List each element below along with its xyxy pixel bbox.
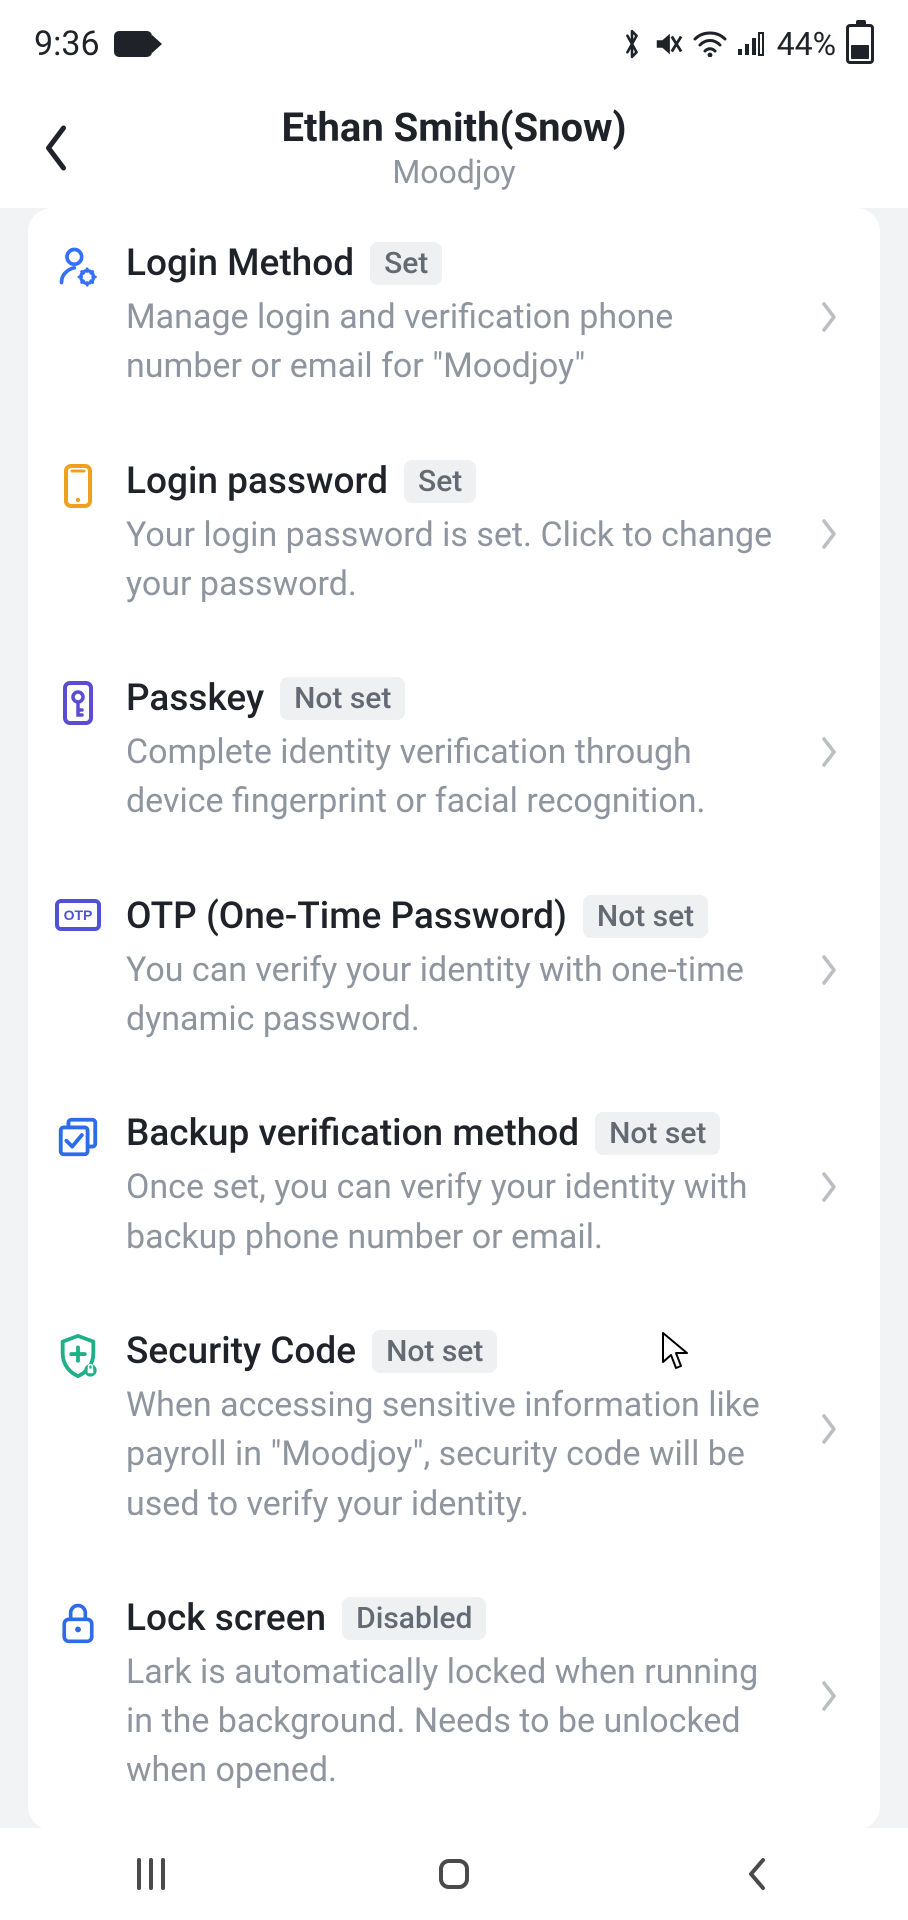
status-time: 9:36: [34, 24, 100, 64]
header-titles: Ethan Smith(Snow) Moodjoy: [0, 104, 908, 191]
item-description: When accessing sensitive information lik…: [126, 1381, 788, 1529]
shield-plus-icon: [52, 1330, 104, 1380]
item-title: Lock screen: [126, 1597, 326, 1640]
page-subtitle: Moodjoy: [0, 153, 908, 191]
chevron-right-icon: [820, 735, 852, 769]
item-login-method[interactable]: Login Method Set Manage login and verifi…: [28, 208, 880, 426]
item-lock-screen[interactable]: Lock screen Disabled Lark is automatical…: [28, 1563, 880, 1828]
status-bar: 9:36 44%: [0, 0, 908, 88]
item-title: OTP (One-Time Password): [126, 895, 567, 938]
system-navbar: [0, 1828, 908, 1920]
chevron-right-icon: [820, 953, 852, 987]
recents-button[interactable]: [91, 1844, 211, 1904]
back-button[interactable]: [26, 118, 86, 178]
page-body: Login Method Set Manage login and verifi…: [0, 208, 908, 1828]
chevron-right-icon: [820, 1412, 852, 1446]
status-badge: Not set: [583, 895, 708, 938]
item-description: Lark is automatically locked when runnin…: [126, 1648, 788, 1796]
item-title: Login password: [126, 460, 388, 503]
item-title: Security Code: [126, 1330, 356, 1373]
battery-pct: 44%: [777, 25, 836, 63]
status-badge: Set: [404, 460, 476, 503]
status-left: 9:36: [34, 24, 152, 64]
status-badge: Not set: [372, 1330, 497, 1373]
back-button-nav[interactable]: [697, 1844, 817, 1904]
passkey-icon: [52, 677, 104, 727]
item-backup-verification[interactable]: Backup verification method Not set Once …: [28, 1078, 880, 1296]
bluetooth-icon: [621, 27, 643, 61]
mute-icon: [653, 29, 683, 59]
item-otp[interactable]: OTP OTP (One-Time Password) Not set You …: [28, 861, 880, 1079]
wifi-icon: [693, 31, 727, 57]
chevron-right-icon: [820, 300, 852, 334]
status-badge: Set: [370, 242, 442, 285]
lock-icon: [52, 1597, 104, 1647]
status-badge: Not set: [595, 1112, 720, 1155]
page-header: Ethan Smith(Snow) Moodjoy: [0, 88, 908, 208]
item-title: Login Method: [126, 242, 354, 285]
otp-icon: OTP: [52, 895, 104, 933]
phone-device-icon: [52, 460, 104, 510]
item-title: Backup verification method: [126, 1112, 579, 1155]
user-gear-icon: [52, 242, 104, 288]
svg-text:OTP: OTP: [64, 907, 93, 923]
status-badge: Not set: [280, 677, 405, 720]
item-security-code[interactable]: Security Code Not set When accessing sen…: [28, 1296, 880, 1563]
item-description: You can verify your identity with one-ti…: [126, 946, 788, 1045]
backup-check-icon: [52, 1112, 104, 1160]
item-description: Once set, you can verify your identity w…: [126, 1163, 788, 1262]
chevron-right-icon: [820, 1170, 852, 1204]
item-description: Manage login and verification phone numb…: [126, 293, 788, 392]
chevron-right-icon: [820, 1679, 852, 1713]
item-description: Complete identity verification through d…: [126, 728, 788, 827]
status-badge: Disabled: [342, 1597, 486, 1640]
settings-card: Login Method Set Manage login and verifi…: [28, 208, 880, 1828]
chevron-right-icon: [820, 517, 852, 551]
camera-icon: [114, 31, 152, 57]
chevron-left-icon: [39, 123, 73, 173]
item-description: Your login password is set. Click to cha…: [126, 511, 788, 610]
page-title: Ethan Smith(Snow): [0, 104, 908, 151]
signal-icon: [737, 31, 767, 57]
battery-icon: [846, 24, 874, 64]
item-title: Passkey: [126, 677, 264, 720]
status-right: 44%: [621, 24, 874, 64]
item-login-password[interactable]: Login password Set Your login password i…: [28, 426, 880, 644]
home-button[interactable]: [394, 1844, 514, 1904]
item-passkey[interactable]: Passkey Not set Complete identity verifi…: [28, 643, 880, 861]
